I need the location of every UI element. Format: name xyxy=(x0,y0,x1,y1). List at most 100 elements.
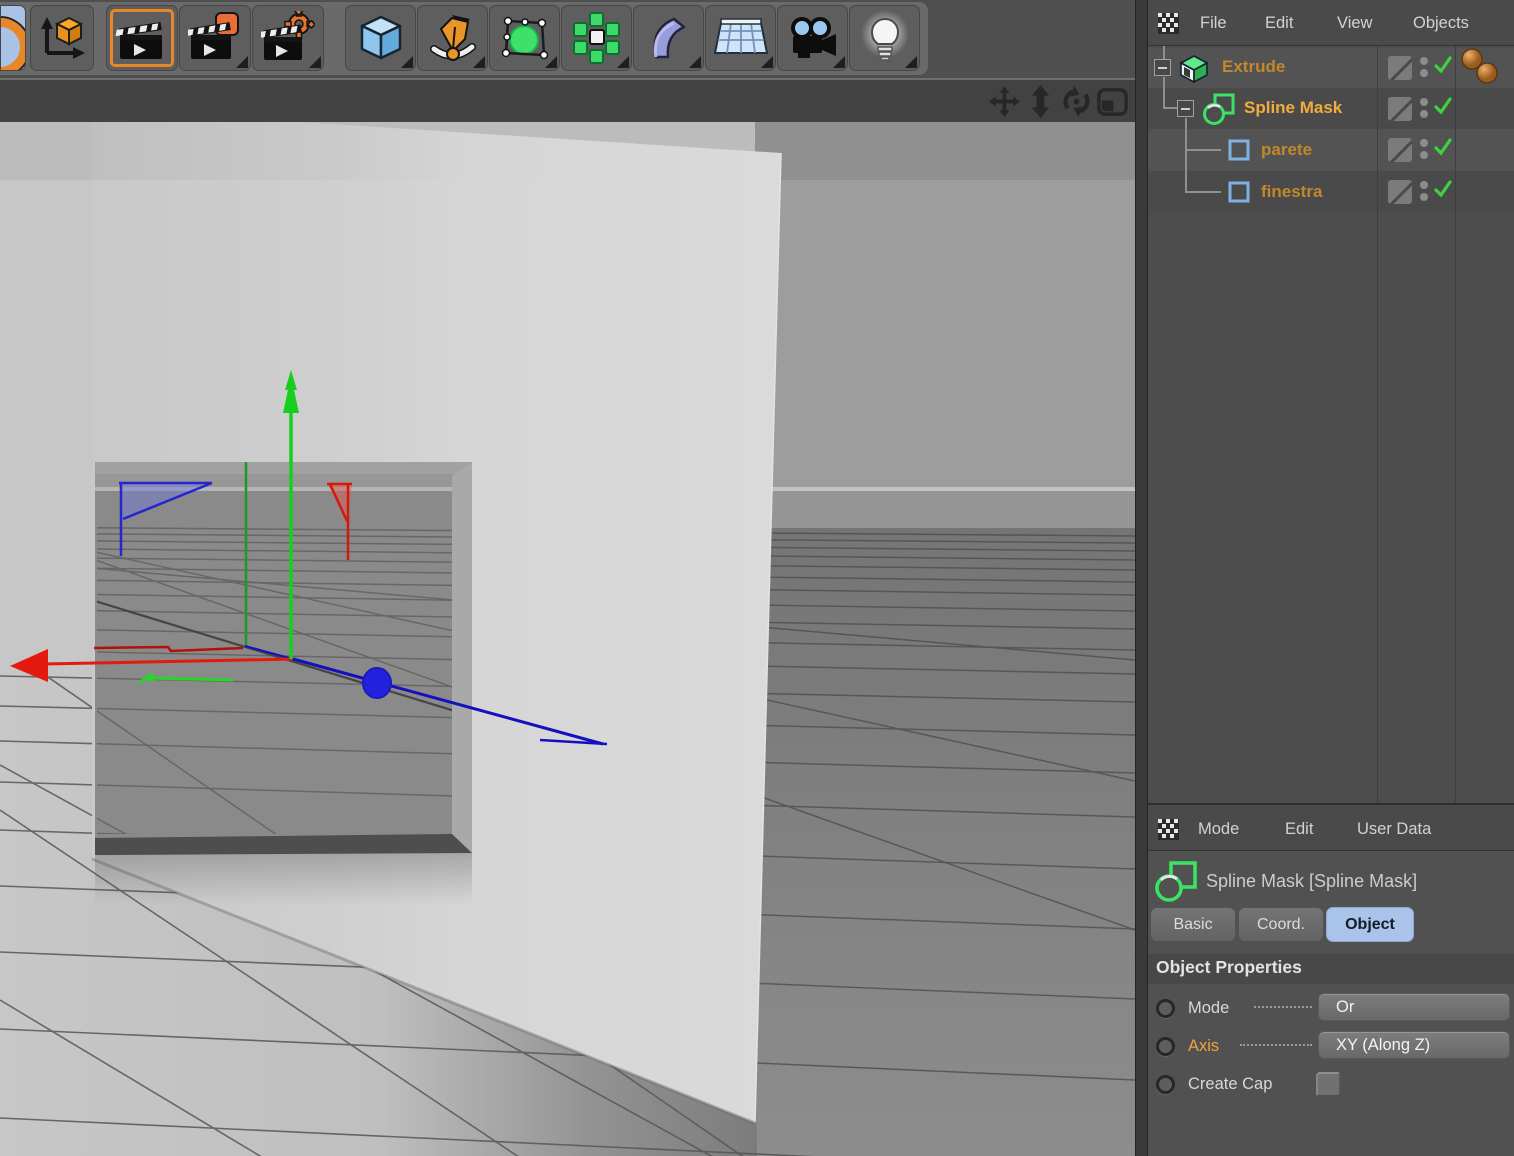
create-cap-checkbox[interactable] xyxy=(1316,1072,1341,1097)
tree-column-separator xyxy=(1455,46,1456,803)
editor-visibility-dot[interactable] xyxy=(1420,139,1428,147)
spline-mask-icon xyxy=(1203,93,1235,125)
expander-spline-mask[interactable] xyxy=(1177,100,1194,117)
rotate-icon xyxy=(1,18,25,70)
section-header-label: Object Properties xyxy=(1156,957,1302,977)
camera-icon xyxy=(790,17,836,58)
floor-environment-icon xyxy=(713,18,768,54)
rotate-view-icon[interactable] xyxy=(1060,85,1093,118)
phong-tag-icon[interactable] xyxy=(1456,46,1508,88)
move-axis-icon xyxy=(41,16,85,59)
tree-item-parete[interactable]: parete xyxy=(1261,140,1312,160)
tree-item-extrude[interactable]: Extrude xyxy=(1222,57,1285,77)
om-menu-edit[interactable]: Edit xyxy=(1265,0,1293,46)
tree-item-spline-mask[interactable]: Spline Mask xyxy=(1244,98,1342,118)
subdivision-surface-icon xyxy=(501,16,548,60)
layer-toggle-extrude[interactable] xyxy=(1388,56,1412,80)
am-menu-user-data[interactable]: User Data xyxy=(1357,805,1431,853)
camera-button[interactable] xyxy=(777,5,848,71)
rotate-tool-button[interactable] xyxy=(0,5,26,71)
maximize-view-icon[interactable] xyxy=(1096,85,1129,118)
param-label-create-cap: Create Cap xyxy=(1188,1075,1273,1093)
object-manager-header: File Edit View Objects xyxy=(1148,0,1514,46)
expander-extrude[interactable] xyxy=(1154,59,1171,76)
add-cube-button[interactable] xyxy=(345,5,416,71)
window-right-reveal xyxy=(452,462,472,853)
spline-pen-button[interactable] xyxy=(417,5,488,71)
bend-deformer-button[interactable] xyxy=(633,5,704,71)
subdivision-surface-button[interactable] xyxy=(489,5,560,71)
layer-toggle-spline-mask[interactable] xyxy=(1388,97,1412,121)
backdrop-strip xyxy=(755,491,1135,528)
spline-pen-icon xyxy=(429,15,476,61)
editor-visibility-dot[interactable] xyxy=(1420,57,1428,65)
submenu-corner xyxy=(236,56,248,68)
layer-toggle-parete[interactable] xyxy=(1388,138,1412,162)
om-menu-file[interactable]: File xyxy=(1200,0,1227,46)
am-menu-edit[interactable]: Edit xyxy=(1285,805,1313,853)
tab-coord[interactable]: Coord. xyxy=(1238,907,1324,942)
light-button[interactable] xyxy=(849,5,920,71)
submenu-corner xyxy=(401,56,413,68)
tree-line xyxy=(1163,107,1177,109)
drag-handle-icon[interactable] xyxy=(1158,13,1179,34)
object-title: Spline Mask [Spline Mask] xyxy=(1206,871,1418,891)
submenu-corner xyxy=(309,56,321,68)
param-circle-create-cap[interactable] xyxy=(1156,1075,1175,1094)
enabled-check-parete[interactable] xyxy=(1433,137,1453,157)
tree-column-separator xyxy=(1377,46,1378,803)
param-circle-mode[interactable] xyxy=(1156,999,1175,1018)
tree-line xyxy=(1163,77,1165,108)
tab-object[interactable]: Object xyxy=(1326,907,1414,942)
mode-dropdown[interactable]: Or xyxy=(1318,993,1510,1021)
render-picture-viewer-button[interactable] xyxy=(179,5,251,71)
enabled-check-finestra[interactable] xyxy=(1433,179,1453,199)
tree-line xyxy=(1185,191,1221,193)
tree-item-finestra[interactable]: finestra xyxy=(1261,182,1322,202)
am-menu-mode[interactable]: Mode xyxy=(1198,805,1239,853)
zoom-icon[interactable] xyxy=(1024,85,1057,118)
submenu-corner xyxy=(617,56,629,68)
drag-handle-icon[interactable] xyxy=(1158,819,1179,840)
param-circle-axis[interactable] xyxy=(1156,1037,1175,1056)
cube-icon xyxy=(360,15,401,60)
enabled-check-spline-mask[interactable] xyxy=(1433,96,1453,116)
enabled-check-extrude[interactable] xyxy=(1433,55,1453,75)
spline-mask-icon xyxy=(1155,861,1197,902)
z-axis-handle[interactable] xyxy=(362,667,392,699)
array-modeling-button[interactable] xyxy=(561,5,632,71)
render-view-button[interactable] xyxy=(106,5,178,71)
render-settings-button[interactable] xyxy=(252,5,324,71)
horizon-line xyxy=(755,487,1135,491)
layer-toggle-finestra[interactable] xyxy=(1388,180,1412,204)
leader-dots xyxy=(1254,996,1312,1008)
param-label-axis: Axis xyxy=(1188,1037,1220,1055)
viewport-3d[interactable] xyxy=(0,122,1135,1156)
viewport-header xyxy=(0,78,1135,122)
render-visibility-dot[interactable] xyxy=(1420,151,1428,159)
pan-icon[interactable] xyxy=(988,85,1021,118)
extrude-generator-icon xyxy=(1179,55,1209,83)
render-visibility-dot[interactable] xyxy=(1420,110,1428,118)
leader-dots xyxy=(1240,1034,1312,1046)
render-visibility-dot[interactable] xyxy=(1420,193,1428,201)
render-view-icon xyxy=(115,21,162,59)
om-menu-view[interactable]: View xyxy=(1337,0,1372,46)
bend-deformer-icon xyxy=(653,17,685,59)
attribute-manager-header: Mode Edit User Data xyxy=(1148,803,1514,851)
rectangle-spline-icon xyxy=(1228,139,1250,161)
om-menu-objects[interactable]: Objects xyxy=(1413,0,1469,46)
submenu-corner xyxy=(761,56,773,68)
param-label-mode: Mode xyxy=(1188,999,1230,1017)
editor-visibility-dot[interactable] xyxy=(1420,98,1428,106)
editor-visibility-dot[interactable] xyxy=(1420,181,1428,189)
axis-dropdown[interactable]: XY (Along Z) xyxy=(1318,1031,1510,1059)
array-modeling-icon xyxy=(572,12,620,64)
tab-basic[interactable]: Basic xyxy=(1150,907,1236,942)
viewport-canvas xyxy=(0,122,1135,1156)
cinema4d-window: File Edit View Objects Extrude Spline Ma… xyxy=(0,0,1514,1156)
render-visibility-dot[interactable] xyxy=(1420,69,1428,77)
panel-divider[interactable] xyxy=(1135,0,1148,1156)
floor-environment-button[interactable] xyxy=(705,5,776,71)
move-axis-button[interactable] xyxy=(30,5,94,71)
